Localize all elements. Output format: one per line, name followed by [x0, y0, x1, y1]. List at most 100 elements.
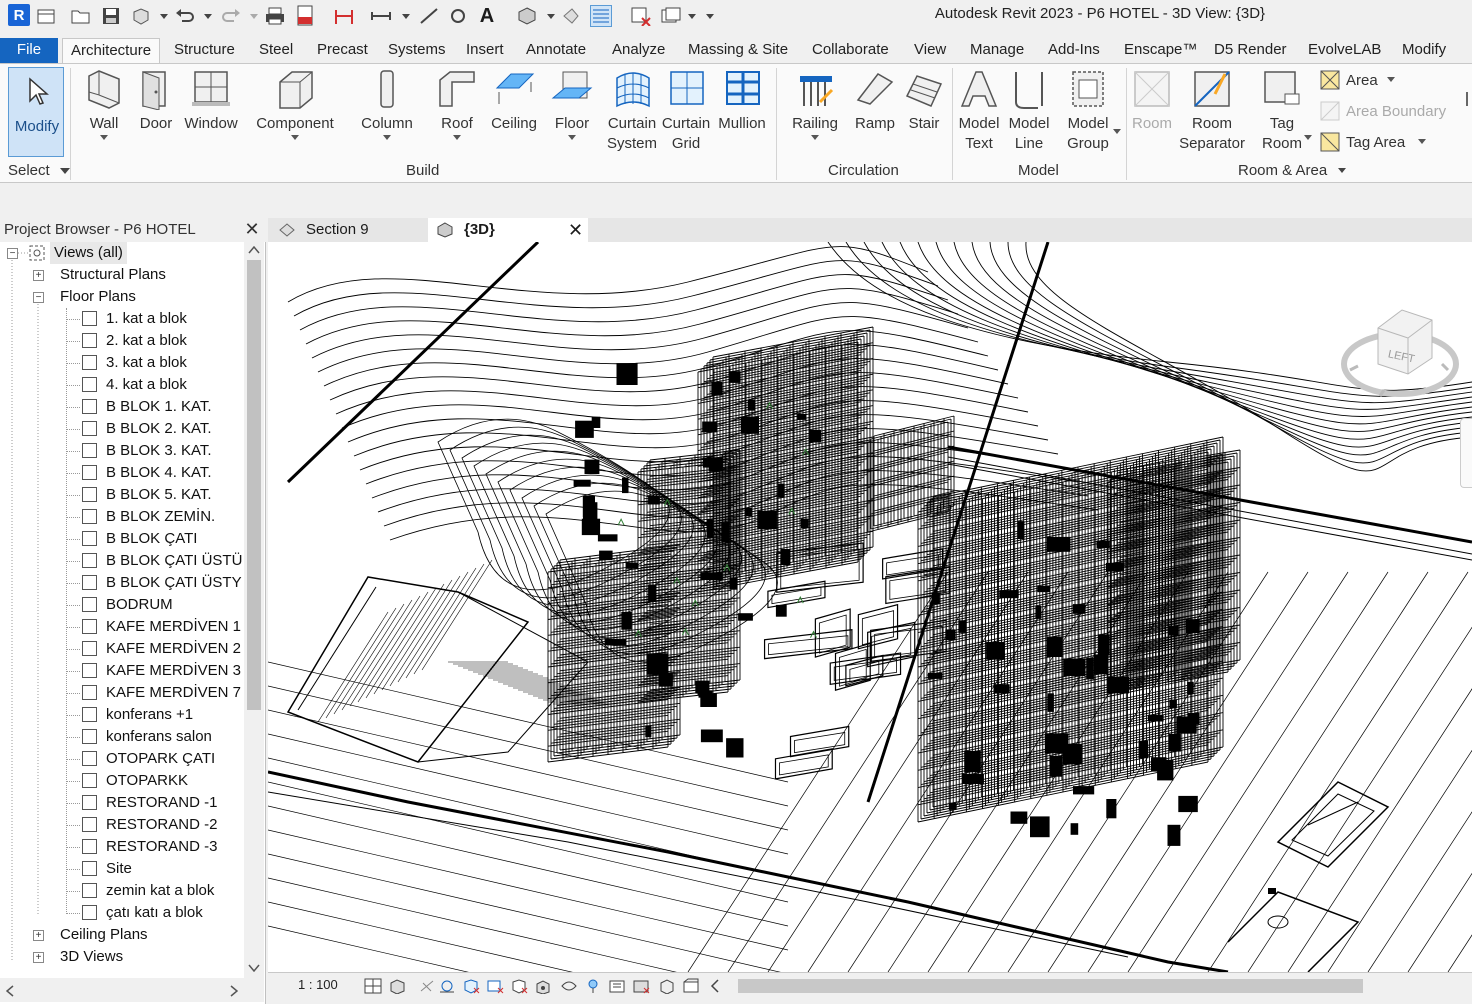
- measure-icon[interactable]: [333, 5, 355, 27]
- detail-level-icon[interactable]: [364, 978, 382, 994]
- tree-item-floor-plan[interactable]: konferans salon: [106, 726, 212, 748]
- chevron-down-icon[interactable]: [688, 12, 696, 20]
- tab-architecture[interactable]: Architecture: [62, 38, 161, 65]
- tree-item-floor-plan[interactable]: RESTORAND -2: [106, 814, 217, 836]
- aligned-dimension-icon[interactable]: [370, 5, 392, 27]
- chevron-down-icon[interactable]: [160, 12, 168, 20]
- tab-enscape[interactable]: Enscape™: [1116, 38, 1205, 64]
- curtain-grid-button[interactable]: Curtain Grid: [660, 68, 712, 154]
- mullion-button[interactable]: Mullion: [714, 68, 770, 134]
- tree-item-floor-plan[interactable]: B BLOK ÇATI: [106, 528, 197, 550]
- model-group-button[interactable]: Model Group: [1060, 68, 1116, 154]
- tab-steel[interactable]: Steel: [251, 38, 301, 64]
- redo-icon[interactable]: [220, 5, 242, 27]
- close-hidden-windows-icon[interactable]: [630, 5, 652, 27]
- curtain-system-button[interactable]: Curtain System: [604, 68, 660, 154]
- stair-button[interactable]: Stair: [902, 68, 946, 134]
- chevron-down-icon[interactable]: [204, 12, 212, 20]
- spot-elevation-icon[interactable]: [418, 5, 440, 27]
- temporary-view-properties-icon[interactable]: [632, 978, 650, 994]
- tab-structure[interactable]: Structure: [166, 38, 243, 64]
- customize-toolbar-icon[interactable]: [706, 12, 714, 20]
- tab-view[interactable]: View: [906, 38, 954, 64]
- tree-item-floor-plan[interactable]: konferans +1: [106, 704, 193, 726]
- crop-view-icon[interactable]: [486, 978, 504, 994]
- window-button[interactable]: Window: [182, 68, 240, 134]
- ramp-button[interactable]: Ramp: [852, 68, 898, 134]
- reveal-hidden-icon[interactable]: [584, 978, 602, 994]
- tree-item-floor-plan[interactable]: OTOPARKK: [106, 770, 188, 792]
- text-icon[interactable]: A: [476, 5, 498, 27]
- chevron-down-icon[interactable]: [250, 12, 258, 20]
- tree-item-floor-plan[interactable]: B BLOK 1. KAT.: [106, 396, 212, 418]
- tree-item-floor-plan[interactable]: B BLOK 5. KAT.: [106, 484, 212, 506]
- viewport-hscrollbar[interactable]: [728, 975, 1472, 995]
- tab-collaborate[interactable]: Collaborate: [804, 38, 897, 64]
- tag-icon[interactable]: [448, 5, 470, 27]
- chevron-down-icon[interactable]: [402, 12, 410, 20]
- scroll-down-icon[interactable]: [248, 964, 260, 972]
- show-rendering-icon[interactable]: [462, 978, 480, 994]
- area-button[interactable]: Area: [1320, 70, 1396, 90]
- thin-lines-icon[interactable]: [590, 5, 612, 27]
- tab-precast[interactable]: Precast: [309, 38, 376, 64]
- chevron-down-icon[interactable]: [1303, 134, 1313, 142]
- tab-insert[interactable]: Insert: [458, 38, 512, 64]
- tree-item-floor-plan[interactable]: 4. kat a blok: [106, 374, 187, 396]
- tree-item-floor-plan[interactable]: RESTORAND -3: [106, 836, 217, 858]
- worksharing-display-icon[interactable]: [608, 978, 626, 994]
- chevron-down-icon[interactable]: [1112, 128, 1122, 136]
- undo-icon[interactable]: [174, 5, 196, 27]
- tab-massing-site[interactable]: Massing & Site: [680, 38, 796, 64]
- temporary-hide-icon[interactable]: [560, 978, 578, 994]
- project-browser-scrollbar[interactable]: [244, 242, 264, 978]
- tree-3d-views[interactable]: 3D Views: [60, 946, 123, 968]
- scrollbar-thumb[interactable]: [247, 260, 261, 710]
- tree-item-floor-plan[interactable]: KAFE MERDİVEN 1: [106, 616, 241, 638]
- roof-button[interactable]: Roof: [434, 68, 480, 142]
- analytical-model-icon[interactable]: [658, 978, 676, 994]
- close-icon[interactable]: ✕: [244, 220, 260, 238]
- default-3d-view-icon[interactable]: [516, 5, 538, 27]
- scroll-up-icon[interactable]: [248, 246, 260, 254]
- tree-item-floor-plan[interactable]: zemin kat a blok: [106, 880, 214, 902]
- tree-floor-plans[interactable]: Floor Plans: [60, 286, 136, 308]
- viewcube[interactable]: LEFT: [1340, 300, 1472, 410]
- tab-analyze[interactable]: Analyze: [604, 38, 673, 64]
- tree-structural-plans[interactable]: Structural Plans: [60, 264, 166, 286]
- model-line-button[interactable]: Model Line: [1006, 68, 1052, 154]
- tree-item-floor-plan[interactable]: 3. kat a blok: [106, 352, 187, 374]
- sun-path-icon[interactable]: [418, 978, 436, 994]
- scrollbar-thumb[interactable]: [738, 979, 1363, 993]
- floor-button[interactable]: Floor: [548, 68, 596, 142]
- tree-item-floor-plan[interactable]: B BLOK 4. KAT.: [106, 462, 212, 484]
- tree-item-floor-plan[interactable]: KAFE MERDİVEN 2: [106, 638, 241, 660]
- tab-systems[interactable]: Systems: [380, 38, 454, 64]
- expand-toggle[interactable]: +: [33, 270, 44, 281]
- tree-item-floor-plan[interactable]: KAFE MERDİVEN 7: [106, 682, 241, 704]
- shadows-icon[interactable]: [438, 978, 456, 994]
- tree-item-floor-plan[interactable]: RESTORAND -1: [106, 792, 217, 814]
- tab-add-ins[interactable]: Add-Ins: [1040, 38, 1108, 64]
- visual-style-icon[interactable]: [388, 978, 406, 994]
- collapse-toggle[interactable]: −: [7, 248, 18, 259]
- highlight-displacement-icon[interactable]: [682, 978, 700, 994]
- tab-section-9[interactable]: Section 9: [268, 218, 428, 242]
- tree-item-floor-plan[interactable]: B BLOK 3. KAT.: [106, 440, 212, 462]
- scroll-left-icon[interactable]: [708, 978, 726, 994]
- tab-modify[interactable]: Modify: [1394, 38, 1454, 64]
- room-separator-button[interactable]: Room Separator: [1176, 68, 1248, 154]
- room-button[interactable]: Room: [1130, 68, 1174, 134]
- ribbon-collapse-handle[interactable]: [1466, 92, 1472, 106]
- navigation-bar[interactable]: [1460, 418, 1472, 488]
- tag-room-button[interactable]: Tag Room: [1256, 68, 1308, 154]
- ceiling-button[interactable]: Ceiling: [488, 68, 540, 134]
- door-button[interactable]: Door: [134, 68, 178, 134]
- save-icon[interactable]: [100, 5, 122, 27]
- tree-item-floor-plan[interactable]: B BLOK ZEMİN.: [106, 506, 215, 528]
- column-button[interactable]: Column: [356, 68, 418, 142]
- tree-item-floor-plan[interactable]: B BLOK ÇATI ÜSTÜ: [106, 550, 242, 572]
- close-icon[interactable]: ✕: [568, 218, 583, 242]
- revit-logo-icon[interactable]: R: [8, 4, 30, 26]
- print-icon[interactable]: [264, 5, 286, 27]
